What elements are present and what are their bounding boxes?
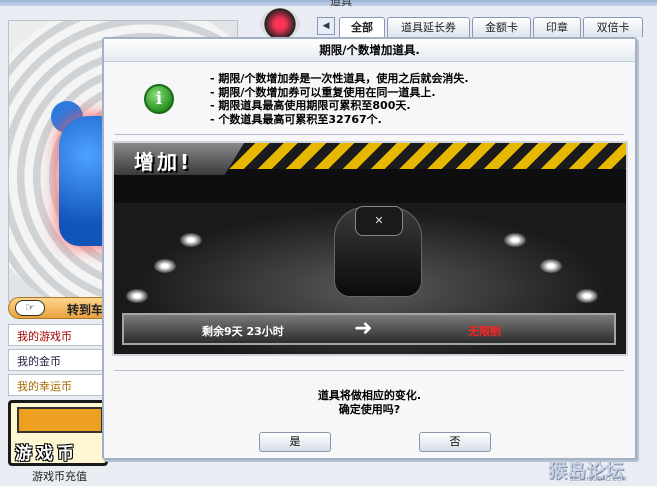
background-titlebar (0, 0, 657, 6)
arrow-icon (17, 407, 103, 433)
yes-button[interactable]: 是 (259, 432, 331, 452)
recharge-link[interactable]: 游戏币充值 (32, 468, 87, 484)
floor-light (540, 259, 562, 273)
game-coin-label: 游戏币 (15, 444, 78, 464)
my-game-coin-link[interactable]: 我的游戏币 (8, 324, 108, 346)
info-line: - 个数道具最高可累积至32767个. (210, 112, 382, 126)
duration-bar: 剩余9天 23小时 ➜ 无限制 (122, 313, 616, 345)
game-coin-button[interactable]: 游戏币 (8, 400, 108, 466)
garage-scene: 增加! ✕ 剩余9天 23小时 ➜ 无限制 (112, 141, 628, 356)
info-text: - 期限/个数增加券是一次性道具，使用之后就会消失. - 期限/个数增加券可以重… (210, 72, 469, 126)
dialog-title: 期限/个数增加道具. (104, 39, 635, 62)
car-badge-icon: ✕ (374, 214, 384, 227)
info-line: - 期限/个数增加券是一次性道具，使用之后就会消失. (210, 72, 469, 85)
car-roof: ✕ (355, 206, 403, 236)
watermark-url: BBS.HOUDAO.COM (570, 476, 627, 483)
confirm-line: 道具将做相应的变化. (317, 389, 422, 402)
arrow-right-icon: ➜ (354, 316, 373, 341)
floor-light (126, 289, 148, 303)
pointing-hand-icon: ☞ (15, 300, 45, 316)
no-button[interactable]: 否 (419, 432, 491, 452)
floor-light (154, 259, 176, 273)
floor-light (576, 289, 598, 303)
unlimited-label: 无限制 (468, 325, 501, 338)
my-lucky-coin-link[interactable]: 我的幸运币 (8, 374, 108, 396)
info-line: - 期限道具最高使用期限可累积至800天. (210, 99, 411, 112)
confirm-dialog: 期限/个数增加道具. i - 期限/个数增加券是一次性道具，使用之后就会消失. … (102, 37, 637, 460)
info-line: - 期限/个数增加券可以重复使用在同一道具上. (210, 85, 436, 99)
increase-title: 增加! (134, 150, 193, 174)
tab-all[interactable]: 全部 (339, 17, 385, 37)
tab-stamp[interactable]: 印章 (533, 17, 581, 37)
tab-money-card[interactable]: 金额卡 (472, 17, 531, 37)
floor-light (504, 233, 526, 247)
kart-car: ✕ (334, 206, 422, 297)
my-gold-coin-link[interactable]: 我的金币 (8, 349, 108, 371)
watermark-logo: 猴岛论坛 BBS.HOUDAO.COM (548, 456, 653, 483)
confirm-message: 道具将做相应的变化. 确定使用吗? (104, 389, 635, 417)
floor-light (180, 233, 202, 247)
divider (114, 134, 624, 135)
info-icon: i (144, 84, 174, 114)
tab-double-card[interactable]: 双倍卡 (583, 17, 643, 37)
tab-item-extension[interactable]: 道具延长券 (387, 17, 470, 37)
tab-prev-arrow-icon[interactable]: ◀ (317, 17, 335, 35)
divider (114, 370, 624, 371)
user-avatar-icon (260, 8, 300, 40)
remaining-time: 剩余9天 23小时 (202, 325, 284, 338)
background-window-title: 道具 (330, 0, 352, 8)
turn-to-car-label: 转到车 (67, 303, 104, 317)
confirm-line: 确定使用吗? (338, 403, 401, 416)
